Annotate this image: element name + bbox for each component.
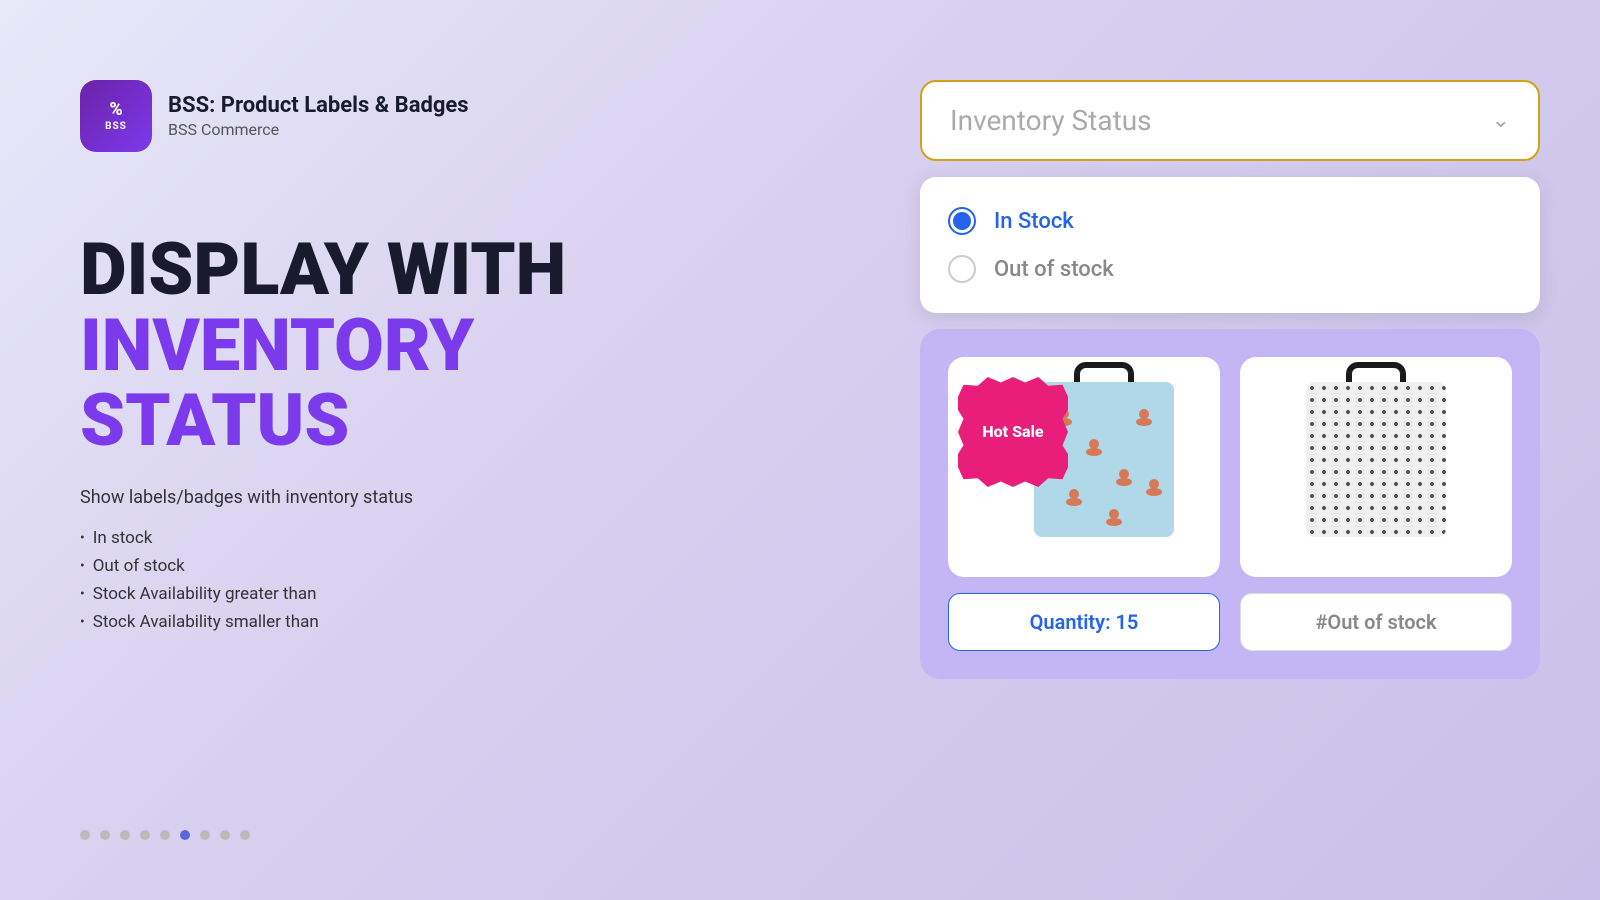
left-section: % BSS BSS: Product Labels & Badges BSS C…: [80, 80, 680, 636]
dot-1[interactable]: [80, 830, 90, 840]
hot-sale-badge: Hot Sale: [958, 377, 1068, 487]
list-item: Stock Availability greater than: [80, 580, 680, 608]
out-of-stock-bar: #Out of stock: [1240, 593, 1512, 651]
option-out-of-stock[interactable]: Out of stock: [948, 245, 1512, 293]
products-grid: Hot Sale: [948, 357, 1512, 577]
radio-selected-indicator: [953, 212, 971, 230]
dot-7[interactable]: [200, 830, 210, 840]
app-title: BSS: Product Labels & Badges: [168, 93, 469, 118]
product-card-2: [1240, 357, 1512, 577]
app-logo: % BSS: [80, 80, 152, 152]
tote-body-2: [1306, 382, 1446, 537]
dot-4[interactable]: [140, 830, 150, 840]
logo-text: BSS: Product Labels & Badges BSS Commerc…: [168, 93, 469, 139]
options-panel: In Stock Out of stock: [920, 177, 1540, 313]
dropdown-label: Inventory Status: [950, 104, 1152, 137]
product-card-1: Hot Sale: [948, 357, 1220, 577]
product-image-2: [1240, 357, 1512, 577]
in-stock-label: In Stock: [994, 209, 1074, 234]
product-showcase: Hot Sale: [920, 329, 1540, 679]
radio-in-stock[interactable]: [948, 207, 976, 235]
pagination-dots: [80, 830, 250, 840]
heading-line3: STATUS: [80, 383, 680, 459]
dot-6-active[interactable]: [180, 830, 190, 840]
tote-bag-2: [1306, 382, 1446, 552]
list-item: Out of stock: [80, 552, 680, 580]
heading-line2: INVENTORY: [80, 308, 680, 384]
radio-out-of-stock[interactable]: [948, 255, 976, 283]
logo-area: % BSS BSS: Product Labels & Badges BSS C…: [80, 80, 680, 152]
option-in-stock[interactable]: In Stock: [948, 197, 1512, 245]
list-item: In stock: [80, 524, 680, 552]
logo-bss-label: BSS: [105, 121, 127, 132]
inventory-status-dropdown[interactable]: Inventory Status ⌄: [920, 80, 1540, 161]
out-of-stock-label: Out of stock: [994, 257, 1114, 282]
hot-sale-text: Hot Sale: [982, 422, 1043, 441]
list-item: Stock Availability smaller than: [80, 608, 680, 636]
dot-5[interactable]: [160, 830, 170, 840]
quantity-bar: Quantity: 15: [948, 593, 1220, 651]
product-image-1: Hot Sale: [948, 357, 1220, 577]
app-subtitle: BSS Commerce: [168, 120, 469, 139]
main-heading: DISPLAY WITH INVENTORY STATUS: [80, 232, 680, 459]
dot-3[interactable]: [120, 830, 130, 840]
dot-8[interactable]: [220, 830, 230, 840]
right-section: Inventory Status ⌄ In Stock Out of stock: [920, 80, 1540, 679]
dot-9[interactable]: [240, 830, 250, 840]
chevron-down-icon: ⌄: [1492, 108, 1510, 133]
feature-list: In stock Out of stock Stock Availability…: [80, 524, 680, 636]
info-bars-grid: Quantity: 15 #Out of stock: [948, 593, 1512, 651]
dot-2[interactable]: [100, 830, 110, 840]
logo-percent-icon: %: [109, 101, 122, 119]
heading-line1: DISPLAY WITH: [80, 227, 566, 312]
description-text: Show labels/badges with inventory status: [80, 487, 680, 508]
dot-pattern: [1306, 382, 1446, 537]
